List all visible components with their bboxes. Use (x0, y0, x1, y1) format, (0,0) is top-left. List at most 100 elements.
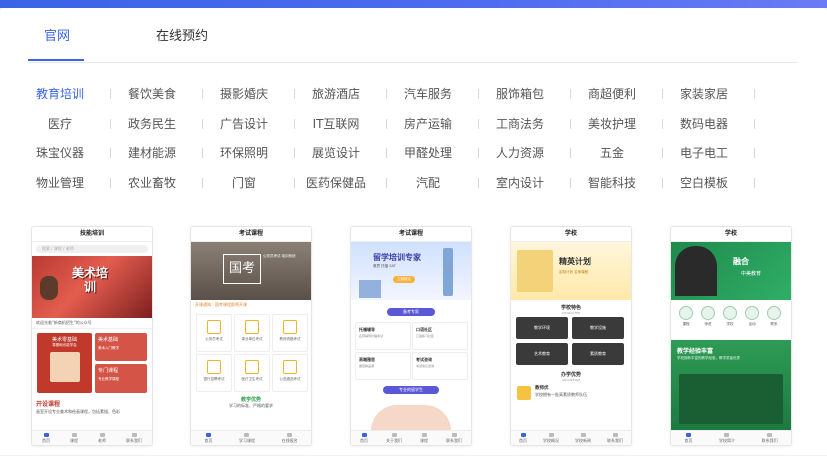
exam-button[interactable]: 事业单位考试 (234, 314, 270, 352)
bottom-nav-item[interactable]: 首页 (204, 432, 212, 444)
exam-button[interactable]: 公务员考试 (196, 314, 232, 352)
bottom-nav-item[interactable]: 学校新闻 (575, 432, 591, 444)
category-item[interactable]: 人力资源 (474, 145, 566, 161)
category-item[interactable]: 房产运输 (382, 116, 474, 132)
bottom-nav-item[interactable]: 课程 (70, 432, 78, 444)
bottom-nav-item[interactable]: 首页 (519, 432, 527, 444)
category-item[interactable]: 环保照明 (198, 145, 290, 161)
exam-button[interactable]: 教师资格考试 (272, 314, 308, 352)
nav-label: 老师 (98, 437, 106, 443)
course-list-item[interactable]: 考试咨询 考试信息咨询 (412, 352, 468, 380)
statue-image (443, 248, 453, 296)
category-item[interactable]: 家装家居 (658, 86, 750, 102)
category-item[interactable]: 教育培训 (14, 86, 106, 102)
category-item[interactable]: 美妆护理 (566, 116, 658, 132)
banner-signup-button[interactable]: 立即报名 (393, 276, 415, 283)
quick-link[interactable]: 课程 (677, 306, 695, 327)
bottom-nav-item[interactable]: 联系我们 (126, 432, 142, 444)
bottom-nav-item[interactable]: 学校概况 (543, 432, 559, 444)
notice-text: 开课通知：国考课程即将开课 (195, 302, 247, 307)
nav-label: 在线报名 (281, 437, 298, 443)
course-tile-3[interactable]: 专门课程 专业教学课程 (95, 364, 147, 393)
course-item-sub: 考试信息咨询 (416, 364, 435, 368)
course-tile-2[interactable]: 美术基础 美术入门教学 (95, 333, 147, 361)
category-item[interactable]: 医疗 (14, 116, 106, 132)
category-item[interactable]: 门窗 (198, 175, 290, 191)
category-item[interactable]: 数码电器 (658, 116, 750, 132)
category-item[interactable]: 建材能源 (106, 145, 198, 161)
category-item[interactable]: 汽车服务 (382, 86, 474, 102)
nav-label: 学校简介 (718, 437, 735, 443)
category-item[interactable]: 政务民生 (106, 116, 198, 132)
feature-tile[interactable]: 素质教育 (572, 343, 624, 365)
section-text: 学习的标准、严格的要求 (229, 403, 273, 408)
category-row: 物业管理 农业畜牧 门窗 医药保健品 汽配 室内设计 智能科技 空白模板 (28, 175, 788, 205)
tab-online-booking[interactable]: 在线预约 (156, 25, 208, 44)
bottom-nav-item[interactable]: 关于我们 (386, 432, 402, 444)
course-list-item[interactable]: 高端雅思 雅思精品课 (355, 352, 411, 380)
category-item[interactable]: 医药保健品 (290, 175, 382, 191)
bottom-nav-item[interactable]: 课程 (420, 432, 428, 444)
category-item[interactable]: 汽配 (382, 175, 474, 191)
template-card-school-sino-us[interactable]: 学校 融合 中美教育 课程 师资 学校 活动 联系 教学经验丰富 学校拥有丰富的教学经验… (670, 226, 792, 446)
course-list-item[interactable]: 托福辅导 名师辅导托福考试 (355, 322, 411, 350)
category-item[interactable]: 工商法务 (474, 116, 566, 132)
category-item[interactable]: 农业畜牧 (106, 175, 198, 191)
exam-button-grid: 公务员考试 事业单位考试 教师资格考试银行招聘考试 医疗卫生考试 公选遴选考试 (191, 310, 311, 396)
category-item[interactable]: 智能科技 (566, 175, 658, 191)
bottom-nav-item[interactable]: 联系我们 (607, 432, 623, 444)
exam-button[interactable]: 公选遴选考试 (272, 354, 308, 392)
nav-label: 联系我们 (761, 437, 778, 443)
category-item[interactable]: 摄影婚庆 (198, 86, 290, 102)
category-item[interactable]: 服饰箱包 (474, 86, 566, 102)
category-item[interactable]: 商超便利 (566, 86, 658, 102)
card-title: 技能培训 (32, 227, 152, 242)
quick-link[interactable]: 活动 (743, 306, 761, 327)
bottom-nav-item[interactable]: 首页 (42, 432, 50, 444)
quick-link[interactable]: 师资 (699, 306, 717, 327)
course-tile-1[interactable]: 美术零基础 零基础也能学会 (37, 333, 92, 393)
bottom-nav-item[interactable]: 老师 (98, 432, 106, 444)
bottom-nav-item[interactable]: 学校简介 (718, 432, 735, 444)
bottom-nav-item[interactable]: 首页 (684, 432, 692, 444)
quick-link-icon (701, 306, 715, 320)
nav-icon (244, 432, 250, 437)
category-item[interactable]: 珠宝仪器 (14, 145, 106, 161)
tab-official-site[interactable]: 官网 (44, 25, 70, 44)
category-item[interactable]: 电子电工 (658, 145, 750, 161)
bottom-nav-item[interactable]: 学习课程 (239, 432, 255, 444)
category-item[interactable]: 五金 (566, 145, 658, 161)
quick-link[interactable]: 学校 (721, 306, 739, 327)
template-card-exam-course[interactable]: 考试课程 国考 公务员考试 培训系统 开课通知：国考课程即将开课 公务员考试 事业… (190, 226, 312, 446)
feature-tile[interactable]: 艺术教育 (516, 343, 568, 365)
exam-button-label: 公务员考试 (205, 337, 223, 341)
card-bottom-nav: 首页 课程 老师 联系我们 (32, 430, 152, 445)
section-heading: 学校特色 (560, 305, 581, 311)
feature-tile[interactable]: 教学设施 (572, 317, 624, 339)
template-card-skill-training[interactable]: 技能培训 搜索 / 课程 / 老师 美术培训 欢迎光临"新商机招生"的公众号 美… (31, 226, 153, 446)
bottom-nav-item[interactable]: 联系我们 (446, 432, 462, 444)
course-tile-title: 专门课程 (98, 368, 119, 374)
bottom-nav-item[interactable]: 联系我们 (761, 432, 778, 444)
template-card-school-elite[interactable]: 学校 精英计划 定制计划 名师课程 学校特色 CHARACTER 教学环境 教学设… (510, 226, 632, 446)
category-item[interactable]: 室内设计 (474, 175, 566, 191)
category-item[interactable]: 甲醛处理 (382, 145, 474, 161)
section-subheading: ADVANTAGE (561, 378, 581, 382)
category-item[interactable]: 展览设计 (290, 145, 382, 161)
bottom-nav-item[interactable]: 首页 (360, 432, 368, 444)
category-item[interactable]: 空白模板 (658, 175, 750, 191)
template-card-study-abroad[interactable]: 考试课程 留学培训专家 雅思 托福 SAT 立即报名 备考专家 托福辅导 名师辅导… (350, 226, 472, 446)
bottom-nav-item[interactable]: 在线报名 (281, 432, 298, 444)
card-banner: 融合 中美教育 (671, 242, 791, 300)
category-item[interactable]: 广告设计 (198, 116, 290, 132)
exam-button[interactable]: 医疗卫生考试 (234, 354, 270, 392)
feature-tile[interactable]: 教学环境 (516, 317, 568, 339)
category-item[interactable]: IT互联网 (290, 116, 382, 132)
search-input[interactable]: 搜索 / 课程 / 老师 (36, 245, 148, 253)
category-item[interactable]: 物业管理 (14, 175, 106, 191)
course-list-item[interactable]: 口语社区 口语练习社区 (412, 322, 468, 350)
exam-button[interactable]: 银行招聘考试 (196, 354, 232, 392)
category-item[interactable]: 餐饮美食 (106, 86, 198, 102)
category-item[interactable]: 旅游酒店 (290, 86, 382, 102)
quick-link[interactable]: 联系 (765, 306, 783, 327)
